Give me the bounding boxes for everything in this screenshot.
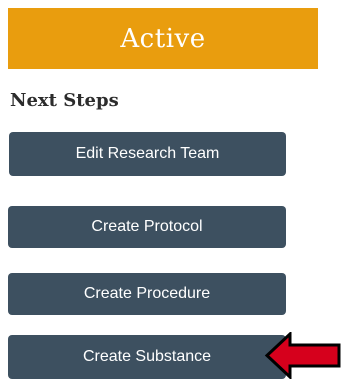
create-protocol-button[interactable]: Create Protocol	[8, 206, 286, 248]
status-banner: Active	[8, 8, 318, 69]
create-procedure-label: Create Procedure	[83, 285, 211, 302]
red-arrow-icon	[264, 332, 341, 379]
edit-research-team-button[interactable]: Edit Research Team	[9, 132, 286, 176]
create-procedure-button[interactable]: Create Procedure	[8, 273, 286, 315]
edit-research-team-label: Edit Research Team	[75, 145, 220, 162]
create-substance-label: Create Substance	[82, 348, 212, 365]
create-protocol-label: Create Protocol	[91, 218, 203, 235]
status-label: Active	[120, 23, 206, 54]
create-substance-button[interactable]: Create Substance	[8, 335, 286, 379]
next-steps-heading: Next Steps	[10, 90, 119, 111]
